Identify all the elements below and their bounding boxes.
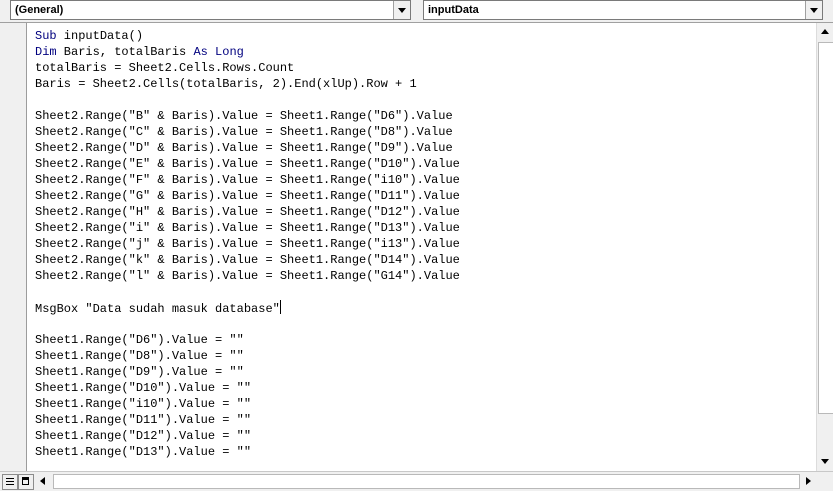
- vertical-scrollbar[interactable]: [816, 23, 833, 471]
- code-token: MsgBox "Data sudah masuk database": [35, 302, 280, 316]
- code-line[interactable]: Sheet1.Range("D12").Value = "": [35, 428, 805, 444]
- object-combobox[interactable]: (General): [10, 0, 411, 20]
- arrow-right-icon[interactable]: [800, 473, 816, 489]
- code-line[interactable]: Sheet2.Range("D" & Baris).Value = Sheet1…: [35, 140, 805, 156]
- code-token: Sheet2.Range("E" & Baris).Value = Sheet1…: [35, 157, 460, 171]
- code-token: Sheet1.Range("D6").Value = "": [35, 333, 244, 347]
- code-token: Sheet2.Range("i" & Baris).Value = Sheet1…: [35, 221, 460, 235]
- code-line[interactable]: [35, 316, 805, 332]
- code-token: Baris = Sheet2.Cells(totalBaris, 2).End(…: [35, 77, 417, 91]
- code-token: Sheet1.Range("D11").Value = "": [35, 413, 252, 427]
- horizontal-scroll-thumb[interactable]: [53, 474, 800, 489]
- code-token: Sheet2.Range("C" & Baris).Value = Sheet1…: [35, 125, 453, 139]
- code-token: totalBaris = Sheet2.Cells.Rows.Count: [35, 61, 295, 75]
- chevron-down-icon[interactable]: [805, 1, 822, 19]
- full-module-view-button[interactable]: [18, 474, 34, 490]
- margin-indicator-bar[interactable]: [0, 23, 27, 471]
- code-token: Sheet1.Range("D12").Value = "": [35, 429, 252, 443]
- code-token: Baris, totalBaris: [56, 45, 194, 59]
- code-token: Sheet1.Range("i10").Value = "": [35, 397, 252, 411]
- code-line[interactable]: Sheet2.Range("k" & Baris).Value = Sheet1…: [35, 252, 805, 268]
- code-keyword: Long: [215, 45, 244, 59]
- code-token: Sheet2.Range("k" & Baris).Value = Sheet1…: [35, 253, 460, 267]
- chevron-down-icon[interactable]: [393, 1, 410, 19]
- code-token: Sheet1.Range("D9").Value = "": [35, 365, 244, 379]
- code-token: Sheet2.Range("F" & Baris).Value = Sheet1…: [35, 173, 460, 187]
- code-line[interactable]: Sheet2.Range("C" & Baris).Value = Sheet1…: [35, 124, 805, 140]
- code-token: Sheet1.Range("D10").Value = "": [35, 381, 252, 395]
- code-keyword: Sub: [35, 29, 57, 43]
- code-token: Sheet2.Range("H" & Baris).Value = Sheet1…: [35, 205, 460, 219]
- code-line[interactable]: Sheet1.Range("D6").Value = "": [35, 332, 805, 348]
- code-token: Sheet2.Range("G" & Baris).Value = Sheet1…: [35, 189, 460, 203]
- code-line[interactable]: Sheet1.Range("D11").Value = "": [35, 412, 805, 428]
- code-token: Sheet2.Range("l" & Baris).Value = Sheet1…: [35, 269, 460, 283]
- arrow-up-icon[interactable]: [818, 24, 833, 40]
- code-line[interactable]: Sheet1.Range("i10").Value = "": [35, 396, 805, 412]
- code-token: Sheet1.Range("D8").Value = "": [35, 349, 244, 363]
- code-line[interactable]: [35, 284, 805, 300]
- code-keyword: Dim: [35, 45, 57, 59]
- code-token: inputData(): [56, 29, 144, 43]
- code-line[interactable]: Dim Baris, totalBaris As Long: [35, 44, 805, 60]
- code-line[interactable]: Sheet1.Range("D10").Value = "": [35, 380, 805, 396]
- code-line[interactable]: Sheet1.Range("D13").Value = "": [35, 444, 805, 460]
- code-line[interactable]: Baris = Sheet2.Cells(totalBaris, 2).End(…: [35, 76, 805, 92]
- horizontal-scrollbar[interactable]: [36, 473, 816, 489]
- code-token: Sheet1.Range("D13").Value = "": [35, 445, 252, 459]
- procedure-combobox[interactable]: inputData: [423, 0, 823, 20]
- code-line[interactable]: [35, 92, 805, 108]
- vertical-scroll-thumb[interactable]: [818, 42, 833, 414]
- code-line[interactable]: Sheet2.Range("G" & Baris).Value = Sheet1…: [35, 188, 805, 204]
- code-line[interactable]: totalBaris = Sheet2.Cells.Rows.Count: [35, 60, 805, 76]
- text-caret: [279, 300, 281, 314]
- size-grip: [816, 472, 833, 491]
- arrow-left-icon[interactable]: [36, 473, 52, 489]
- code-editor[interactable]: Sub inputData() Dim Baris, totalBaris As …: [0, 22, 833, 491]
- procedure-combobox-value: inputData: [428, 4, 479, 16]
- full-module-view-icon: [22, 477, 29, 485]
- code-window-header: (General) inputData: [0, 0, 833, 22]
- object-combobox-value: (General): [15, 4, 64, 16]
- code-line[interactable]: Sheet2.Range("i" & Baris).Value = Sheet1…: [35, 220, 805, 236]
- code-line[interactable]: MsgBox "Data sudah masuk database": [35, 300, 805, 316]
- code-line[interactable]: Sheet2.Range("E" & Baris).Value = Sheet1…: [35, 156, 805, 172]
- code-line[interactable]: Sheet1.Range("D8").Value = "": [35, 348, 805, 364]
- code-text-area[interactable]: Sub inputData() Dim Baris, totalBaris As …: [35, 28, 805, 468]
- code-line[interactable]: Sheet1.Range("D9").Value = "": [35, 364, 805, 380]
- arrow-down-icon[interactable]: [818, 454, 833, 470]
- code-line[interactable]: Sheet2.Range("H" & Baris).Value = Sheet1…: [35, 204, 805, 220]
- code-token: Sheet2.Range("B" & Baris).Value = Sheet1…: [35, 109, 453, 123]
- procedure-view-button[interactable]: [2, 474, 18, 490]
- code-line[interactable]: Sheet2.Range("B" & Baris).Value = Sheet1…: [35, 108, 805, 124]
- code-line[interactable]: Sheet2.Range("l" & Baris).Value = Sheet1…: [35, 268, 805, 284]
- code-token: Sheet2.Range("j" & Baris).Value = Sheet1…: [35, 237, 460, 251]
- code-keyword: As: [193, 45, 208, 59]
- bottom-bar: [0, 471, 833, 491]
- code-token: Sheet2.Range("D" & Baris).Value = Sheet1…: [35, 141, 453, 155]
- code-line[interactable]: Sheet2.Range("F" & Baris).Value = Sheet1…: [35, 172, 805, 188]
- procedure-view-icon: [6, 478, 14, 479]
- code-line[interactable]: Sub inputData(): [35, 28, 805, 44]
- code-line[interactable]: Sheet2.Range("j" & Baris).Value = Sheet1…: [35, 236, 805, 252]
